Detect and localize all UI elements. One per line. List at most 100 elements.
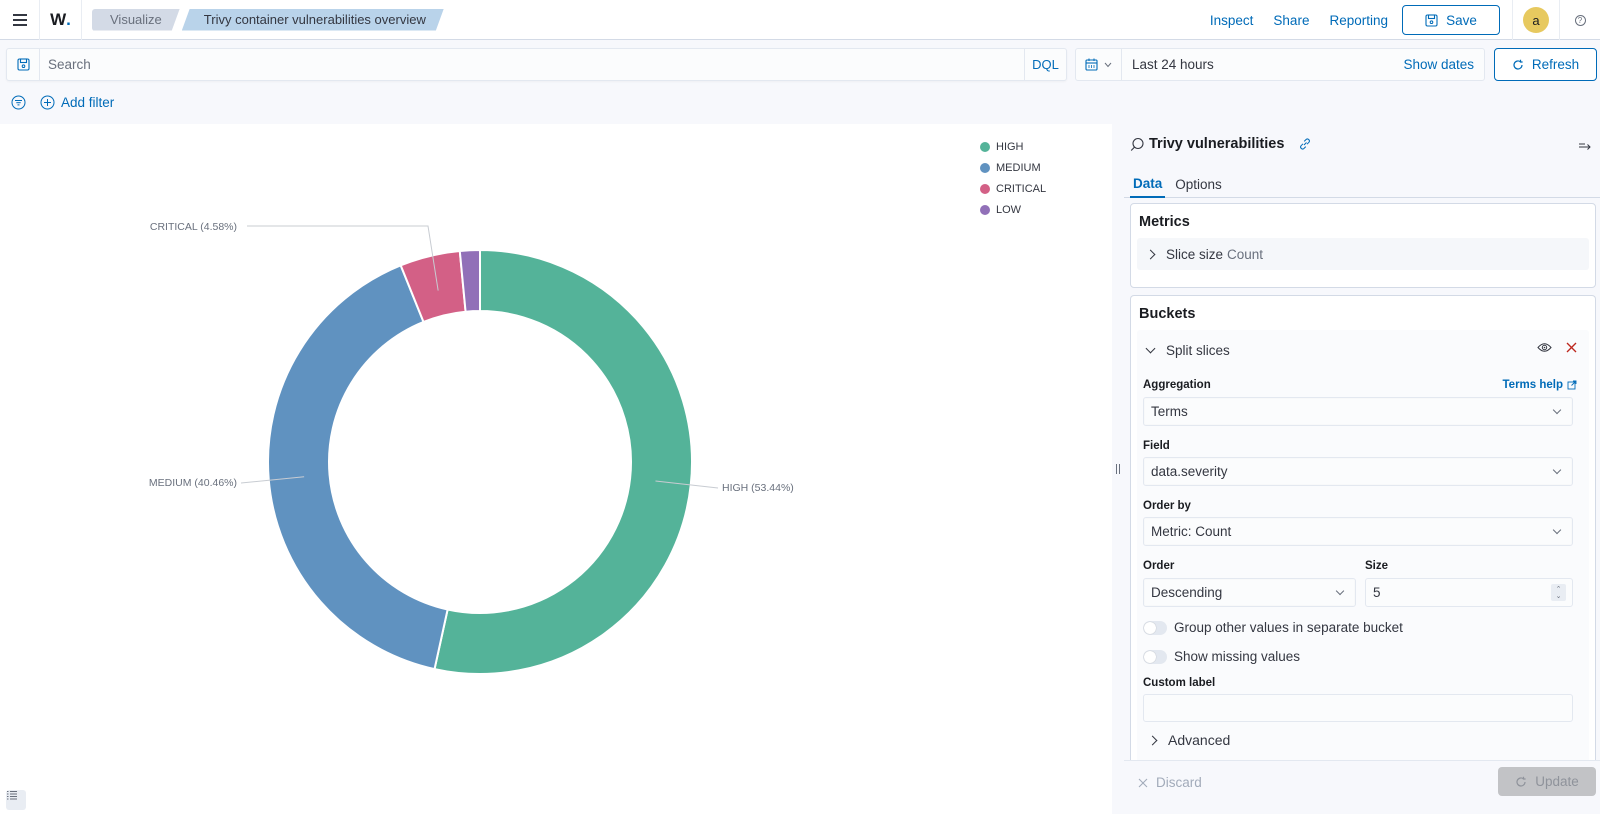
size-label: Size <box>1365 560 1389 572</box>
legend-color-dot <box>980 183 990 194</box>
advanced-toggle[interactable]: Advanced <box>1143 732 1230 748</box>
breadcrumb-current: Trivy container vulnerabilities overview <box>182 9 444 31</box>
show-dates-button[interactable]: Show dates <box>1403 57 1474 72</box>
custom-label-input[interactable] <box>1143 694 1573 722</box>
donut-chart: HIGH (53.44%) MEDIUM (40.46%) CRITICAL (4.… <box>149 221 794 675</box>
chevron-down-icon <box>1552 405 1562 415</box>
search-icon <box>1130 137 1144 151</box>
app-logo[interactable]: W. <box>40 0 82 40</box>
metrics-panel: Metrics Slice size Count <box>1130 203 1596 288</box>
inspect-link[interactable]: Inspect <box>1210 13 1254 28</box>
refresh-label: Refresh <box>1531 57 1580 72</box>
add-filter-button[interactable]: Add filter <box>40 95 114 110</box>
aggregation-value: Terms <box>1151 404 1188 419</box>
order-label: Order <box>1143 560 1175 572</box>
toggle-switch[interactable] <box>1143 649 1167 664</box>
update-button[interactable]: Update <box>1498 767 1596 796</box>
field-select[interactable]: data.severity <box>1143 457 1573 486</box>
group-other-toggle[interactable]: Group other values in separate bucket <box>1143 620 1403 635</box>
help-button[interactable]: ? <box>1560 0 1600 40</box>
chevron-down-icon <box>1552 525 1562 535</box>
header-actions: Inspect Share Reporting Save a ? <box>1210 0 1600 40</box>
save-button[interactable]: Save <box>1402 5 1500 35</box>
save-icon <box>1425 13 1438 27</box>
hamburger-icon <box>12 18 27 21</box>
buckets-panel: Buckets Split slices Aggregation Terms h… <box>1130 295 1596 770</box>
toggle-switch[interactable] <box>1143 620 1167 635</box>
index-pattern-name: Trivy vulnerabilities <box>1149 136 1285 152</box>
breadcrumb-visualize[interactable]: Visualize <box>92 9 180 31</box>
legend-item-high[interactable]: HIGH <box>980 136 1046 157</box>
eye-icon[interactable] <box>1537 342 1552 353</box>
collapse-icon <box>1579 143 1591 150</box>
calendar-icon <box>1085 58 1098 71</box>
bucket-split-slices: Split slices Aggregation Terms help Term… <box>1137 330 1589 770</box>
discard-button[interactable]: Discard <box>1138 775 1202 790</box>
breadcrumb: Visualize Trivy container vulnerabilitie… <box>92 0 444 40</box>
sidebar-footer: Discard Update <box>1124 760 1600 814</box>
legend-label: MEDIUM <box>996 161 1041 174</box>
bucket-actions <box>1537 342 1577 353</box>
saved-query-button[interactable] <box>7 49 40 80</box>
size-value: 5 <box>1373 585 1381 600</box>
reporting-link[interactable]: Reporting <box>1329 13 1388 28</box>
legend-color-dot <box>980 141 990 152</box>
search-bar: DQL <box>6 48 1067 81</box>
tab-options[interactable]: Options <box>1175 170 1222 198</box>
legend-item-critical[interactable]: CRITICAL <box>980 178 1046 199</box>
legend-color-dot <box>980 162 990 173</box>
filter-options-button[interactable] <box>10 94 26 110</box>
legend-label: HIGH <box>996 140 1024 153</box>
order-select[interactable]: Descending <box>1143 578 1356 607</box>
terms-help-link[interactable]: Terms help <box>1503 379 1578 391</box>
refresh-icon <box>1516 776 1526 787</box>
link-icon[interactable] <box>1298 137 1312 151</box>
date-picker: Last 24 hours Show dates <box>1075 48 1485 81</box>
discard-label: Discard <box>1156 775 1202 790</box>
legend-item-medium[interactable]: MEDIUM <box>980 157 1046 178</box>
add-filter-label: Add filter <box>61 94 115 110</box>
menu-button[interactable] <box>0 0 40 40</box>
quick-date-menu-button[interactable] <box>1076 49 1122 80</box>
update-label: Update <box>1535 774 1579 789</box>
size-input[interactable]: 5 ⌃ ⌄ <box>1365 578 1573 607</box>
advanced-label: Advanced <box>1168 732 1231 748</box>
close-icon[interactable] <box>1566 342 1577 353</box>
panel-resize-handle[interactable] <box>1112 124 1124 814</box>
slice-label-critical: CRITICAL (4.58%) <box>150 221 237 233</box>
number-stepper[interactable]: ⌃ ⌄ <box>1551 584 1566 601</box>
user-avatar[interactable]: a <box>1523 7 1549 33</box>
order-by-label: Order by <box>1143 500 1191 512</box>
plus-circle-icon <box>40 95 55 109</box>
refresh-button[interactable]: Refresh <box>1494 48 1597 81</box>
search-input[interactable] <box>40 49 1024 80</box>
field-label: Field <box>1143 440 1170 452</box>
order-by-select[interactable]: Metric: Count <box>1143 517 1573 546</box>
legend-color-dot <box>980 204 990 215</box>
legend-label: CRITICAL <box>996 182 1047 195</box>
legend-item-low[interactable]: LOW <box>980 199 1046 220</box>
header-divider <box>1512 0 1513 40</box>
pie-slice-high[interactable] <box>433 248 693 675</box>
save-icon <box>16 58 30 71</box>
terms-help-label: Terms help <box>1502 379 1564 391</box>
metric-slice-size[interactable]: Slice size Count <box>1137 238 1589 270</box>
date-range-text[interactable]: Last 24 hours <box>1122 57 1403 72</box>
bucket-label: Split slices <box>1166 342 1230 358</box>
pie-slice-medium[interactable] <box>267 264 449 671</box>
query-language-button[interactable]: DQL <box>1024 49 1066 80</box>
aggregation-select[interactable]: Terms <box>1143 397 1573 426</box>
refresh-icon <box>1513 59 1523 70</box>
field-value: data.severity <box>1151 464 1228 479</box>
metrics-title: Metrics <box>1139 214 1190 230</box>
chevron-down-icon <box>1104 62 1112 67</box>
legend-toggle-button[interactable] <box>6 790 26 810</box>
tab-data[interactable]: Data <box>1130 170 1166 198</box>
editor-sidebar: Trivy vulnerabilities Data Options Metri… <box>1124 124 1600 814</box>
share-link[interactable]: Share <box>1273 13 1309 28</box>
external-link-icon <box>1567 380 1577 390</box>
logo-dot: . <box>66 9 71 29</box>
show-missing-toggle[interactable]: Show missing values <box>1143 649 1300 664</box>
bucket-header[interactable]: Split slices <box>1137 330 1589 370</box>
collapse-sidebar-button[interactable] <box>1578 138 1592 154</box>
